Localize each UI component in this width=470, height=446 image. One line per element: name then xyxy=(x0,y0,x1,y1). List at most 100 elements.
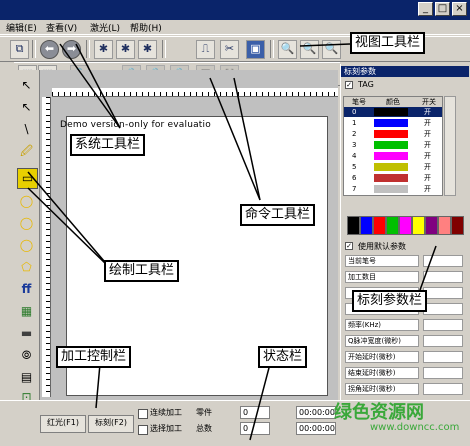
param-label: Q脉冲宽度(微秒) xyxy=(345,335,419,347)
pen-switch[interactable]: 开 xyxy=(424,107,431,117)
polygon-icon[interactable]: ⬠ xyxy=(17,258,36,277)
align-icon[interactable]: ⎍ xyxy=(196,40,215,59)
circle-icon[interactable]: ◯ xyxy=(17,192,36,211)
undo-icon[interactable]: ⬅ xyxy=(40,40,59,59)
palette-swatch[interactable] xyxy=(399,216,412,235)
text-tool-icon[interactable]: ff xyxy=(17,280,36,299)
pen-color-swatch[interactable] xyxy=(374,185,408,193)
cut-icon[interactable]: ✂ xyxy=(220,40,239,59)
param-input[interactable] xyxy=(423,319,463,331)
watermark-title: 绿色资源网 xyxy=(334,402,424,423)
continuous-checkbox[interactable] xyxy=(138,409,148,419)
mark-button[interactable]: 标刻(F2) xyxy=(88,415,134,433)
palette-swatch[interactable] xyxy=(373,216,386,235)
palette-swatch[interactable] xyxy=(360,216,373,235)
selected-checkbox[interactable] xyxy=(138,425,148,435)
node-arrow-icon[interactable]: ↖ xyxy=(17,98,36,117)
vector-file-icon[interactable]: ▬ xyxy=(17,324,36,343)
delay-icon[interactable]: ⦾ xyxy=(17,346,36,365)
pen-color-swatch[interactable] xyxy=(374,152,408,160)
menu-help[interactable]: 帮助(H) xyxy=(130,21,162,34)
param-label: 当前笔号 xyxy=(345,255,419,267)
pen-number: 5 xyxy=(352,163,357,171)
pen-switch[interactable]: 开 xyxy=(424,151,431,161)
node-add-icon[interactable]: ✱ xyxy=(116,40,135,59)
pen-row[interactable]: 0开 xyxy=(344,107,442,117)
pen-color-swatch[interactable] xyxy=(374,141,408,149)
red-light-button[interactable]: 红光(F1) xyxy=(40,415,86,433)
pen-color-swatch[interactable] xyxy=(374,108,408,116)
callout-process-control: 加工控制栏 xyxy=(56,346,132,368)
palette-swatch[interactable] xyxy=(451,216,464,235)
pen-color-swatch[interactable] xyxy=(374,163,408,171)
select-box-icon[interactable]: ▣ xyxy=(246,40,265,59)
param-input[interactable] xyxy=(423,303,463,315)
rectangle-icon[interactable]: ▭ xyxy=(17,168,38,189)
palette-swatch[interactable] xyxy=(438,216,451,235)
pen-row[interactable]: 1开 xyxy=(344,118,442,128)
param-input[interactable] xyxy=(423,335,463,347)
pen-switch[interactable]: 开 xyxy=(424,118,431,128)
tag-label: TAG xyxy=(358,80,374,89)
part-count-field[interactable]: 0 xyxy=(240,406,270,419)
param-row: 拐角延时(微秒) xyxy=(345,382,465,396)
default-param-checkbox[interactable]: ✓ xyxy=(345,242,353,250)
pen-switch[interactable]: 开 xyxy=(424,162,431,172)
param-input[interactable] xyxy=(423,351,463,363)
zoom-out-icon[interactable]: 🔍 xyxy=(300,40,319,59)
menu-view[interactable]: 查看(V) xyxy=(46,21,77,34)
total-label: 总数 xyxy=(196,424,212,433)
line-icon[interactable]: \ xyxy=(17,120,36,139)
param-input[interactable] xyxy=(423,367,463,379)
barcode-icon[interactable]: ▤ xyxy=(17,368,36,387)
pen-icon[interactable]: 🖉 xyxy=(17,142,36,161)
pen-row[interactable]: 3开 xyxy=(344,140,442,150)
pen-table[interactable]: 笔号 颜色 开关 0开1开2开3开4开5开6开7开 xyxy=(343,96,443,196)
pen-row[interactable]: 5开 xyxy=(344,162,442,172)
palette-swatch[interactable] xyxy=(412,216,425,235)
palette-swatch[interactable] xyxy=(386,216,399,235)
param-row: 加工数目 xyxy=(345,270,465,284)
panel-title: 标刻参数 xyxy=(341,66,469,77)
total-count-field[interactable]: 0 xyxy=(240,422,270,435)
close-button[interactable]: × xyxy=(452,2,467,16)
color-palette xyxy=(347,216,467,236)
param-input[interactable] xyxy=(423,287,463,299)
zoom-fit-icon[interactable]: 🔍 xyxy=(322,40,341,59)
palette-swatch[interactable] xyxy=(425,216,438,235)
arc-icon[interactable]: ◯ xyxy=(17,236,36,255)
header-color: 颜色 xyxy=(386,98,400,106)
pen-row[interactable]: 4开 xyxy=(344,151,442,161)
pen-row[interactable]: 6开 xyxy=(344,173,442,183)
zoom-in-icon[interactable]: 🔍 xyxy=(278,40,297,59)
pen-number: 6 xyxy=(352,174,357,182)
node-edit-icon[interactable]: ✱ xyxy=(94,40,113,59)
menu-edit[interactable]: 编辑(E) xyxy=(6,21,37,34)
site-watermark: 绿色资源网 www.downcc.com xyxy=(330,398,470,446)
copy-icon[interactable]: ⧉ xyxy=(10,40,29,59)
pen-switch[interactable]: 开 xyxy=(424,173,431,183)
menu-laser[interactable]: 激光(L) xyxy=(90,21,120,34)
param-input[interactable] xyxy=(423,383,463,395)
pen-color-swatch[interactable] xyxy=(374,130,408,138)
palette-swatch[interactable] xyxy=(347,216,360,235)
minimize-button[interactable]: _ xyxy=(418,2,433,16)
param-input[interactable] xyxy=(423,271,463,283)
pen-switch[interactable]: 开 xyxy=(424,140,431,150)
maximize-button[interactable]: □ xyxy=(435,2,450,16)
pen-row[interactable]: 2开 xyxy=(344,129,442,139)
pen-color-swatch[interactable] xyxy=(374,119,408,127)
pen-switch[interactable]: 开 xyxy=(424,129,431,139)
tag-checkbox[interactable]: ✓ xyxy=(345,81,353,89)
pen-switch[interactable]: 开 xyxy=(424,184,431,194)
pen-color-swatch[interactable] xyxy=(374,174,408,182)
bitmap-icon[interactable]: ▦ xyxy=(17,302,36,321)
redo-icon[interactable]: ➡ xyxy=(62,40,81,59)
param-label: 开始延时(微秒) xyxy=(345,351,419,363)
node-delete-icon[interactable]: ✱ xyxy=(138,40,157,59)
pen-table-scrollbar[interactable] xyxy=(444,96,456,196)
param-input[interactable] xyxy=(423,255,463,267)
pen-row[interactable]: 7开 xyxy=(344,184,442,194)
select-arrow-icon[interactable]: ↖ xyxy=(17,76,36,95)
ellipse-icon[interactable]: ◯ xyxy=(17,214,36,233)
